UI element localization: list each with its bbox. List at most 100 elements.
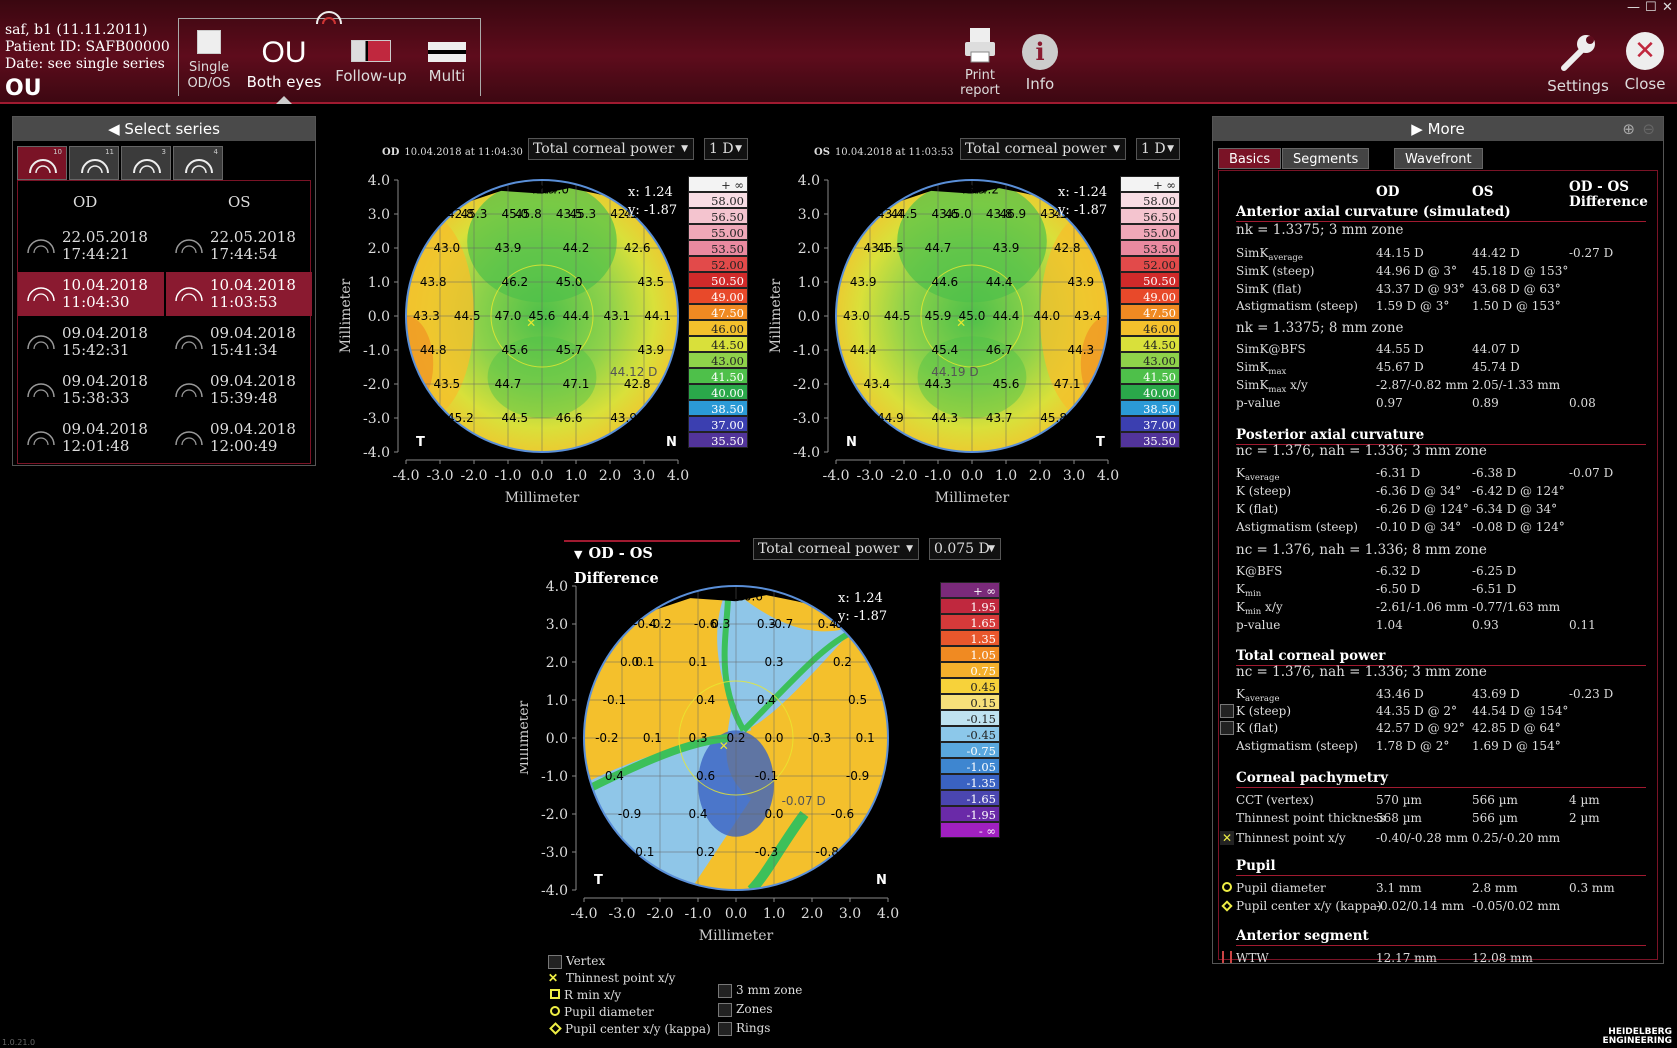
map-type-select[interactable]: Total corneal power ▼ xyxy=(528,138,694,160)
scale-value: 47.50 xyxy=(688,304,748,320)
scale-value: 43.00 xyxy=(688,352,748,368)
chevron-down-icon: ▼ xyxy=(1113,144,1120,154)
map-value: 43.9 xyxy=(993,241,1020,255)
single-odos-button[interactable]: Single OD/OS xyxy=(180,30,238,92)
series-count-badge: 10 xyxy=(53,148,62,156)
scale-value: 1.65 xyxy=(940,614,1000,630)
series-count-badge: 3 xyxy=(161,148,166,156)
scale-value: -0.75 xyxy=(940,742,1000,758)
wtw-toggle-icon[interactable] xyxy=(1220,951,1234,965)
series-entry-os[interactable]: 09.04.2018 15:39:48 xyxy=(166,368,312,412)
pupil-center-toggle-icon[interactable] xyxy=(1220,899,1234,913)
both-eyes-button[interactable]: OU Both eyes xyxy=(242,36,326,90)
section-title: Pupil xyxy=(1236,858,1276,874)
print-report-button[interactable]: Print report xyxy=(952,26,1008,98)
series-entry-od[interactable]: 09.04.2018 15:42:31 xyxy=(18,320,164,364)
metric-label: CCT (vertex) xyxy=(1236,793,1314,807)
patient-id: Patient ID: SAFB00000 xyxy=(5,39,170,55)
rings-toggle[interactable]: Rings xyxy=(718,1021,838,1040)
maximize-window-icon[interactable]: ☐ xyxy=(1645,0,1657,15)
metric-label: Kaverage xyxy=(1236,687,1280,704)
scale-value: 38.50 xyxy=(688,400,748,416)
show-axis-checkbox[interactable] xyxy=(1220,721,1234,735)
series-entry-os[interactable]: 10.04.2018 11:03:53 xyxy=(166,272,312,316)
multi-button[interactable]: Multi xyxy=(417,42,477,84)
od-value: -6.31 D xyxy=(1376,466,1421,480)
step-select[interactable]: 1 D ▼ xyxy=(1136,138,1180,160)
series-entry-os[interactable]: 22.05.2018 17:44:54 xyxy=(166,224,312,268)
printer-icon xyxy=(963,26,997,64)
map-value: 0.1 xyxy=(635,655,654,669)
scale-value: 52.00 xyxy=(688,256,748,272)
series-type-tab-4[interactable]: 4 xyxy=(173,146,223,180)
series-entry-os[interactable]: 09.04.2018 15:41:34 xyxy=(166,320,312,364)
map-value: 0.6 xyxy=(696,769,715,783)
scale-value: 35.50 xyxy=(1120,432,1180,448)
cornea-icon xyxy=(175,287,203,302)
y-tick-label: 3.0 xyxy=(798,207,820,223)
close-window-icon[interactable]: ✕ xyxy=(1662,0,1673,15)
series-entry-od[interactable]: 22.05.2018 17:44:21 xyxy=(18,224,164,268)
select-series-header[interactable]: ◀ Select series xyxy=(13,117,315,141)
difference-title[interactable]: ▼ OD - OS Difference xyxy=(564,540,740,587)
os-value: 44.42 D xyxy=(1472,246,1520,260)
map-value: -0.6 xyxy=(831,807,854,821)
series-entry-od[interactable]: 09.04.2018 15:38:33 xyxy=(18,368,164,412)
os-column-header: OS xyxy=(228,193,251,211)
map-value: 43.5 xyxy=(637,275,664,289)
cornea-icon xyxy=(27,431,55,446)
more-header[interactable]: ▶ More ⊕ ⊖ xyxy=(1213,117,1663,141)
thinnest-point-toggle-icon[interactable]: ✕ xyxy=(1220,831,1234,845)
series-type-tab-3[interactable]: 3 xyxy=(121,146,171,180)
show-axis-checkbox[interactable] xyxy=(1220,704,1234,718)
series-type-tab-1[interactable]: 10 xyxy=(17,146,67,180)
map-value: 45.8 xyxy=(1040,411,1067,425)
map-type-select[interactable]: Total corneal power ▼ xyxy=(960,138,1126,160)
settings-button[interactable]: Settings xyxy=(1543,32,1613,94)
zoom-out-icon[interactable]: ⊖ xyxy=(1642,117,1655,141)
y-tick-label: 1.0 xyxy=(546,693,568,709)
map-value: 43.4 xyxy=(1074,309,1101,323)
y-tick-label: 2.0 xyxy=(368,241,390,257)
step-select[interactable]: 1 D ▼ xyxy=(704,138,748,160)
series-entry-od[interactable]: 09.04.2018 12:01:48 xyxy=(18,416,164,460)
series-entry-od[interactable]: 10.04.2018 11:04:30 xyxy=(18,272,164,316)
y-tick-label: 0.0 xyxy=(546,731,568,747)
tab-wavefront[interactable]: Wavefront xyxy=(1394,148,1483,169)
os-value: 43.69 D xyxy=(1472,687,1520,701)
tab-segments[interactable]: Segments xyxy=(1282,148,1370,169)
os-value: 2.8 mm xyxy=(1472,881,1518,895)
zones-toggle[interactable]: Zones xyxy=(718,1002,838,1021)
x-tick-label: -3.0 xyxy=(427,468,454,484)
map-value: 44.7 xyxy=(925,241,952,255)
metric-label: Astigmatism (steep) xyxy=(1236,739,1358,753)
x-tick-label: 0.0 xyxy=(725,906,747,922)
scale-value: -1.65 xyxy=(940,790,1000,806)
map-value: -0.8 xyxy=(815,845,838,859)
close-button[interactable]: ✕ Close xyxy=(1619,32,1671,92)
cornea-icon xyxy=(27,239,55,254)
zoom-in-icon[interactable]: ⊕ xyxy=(1622,117,1635,141)
cornea-icon xyxy=(27,287,55,302)
three-mm-zone-toggle[interactable]: 3 mm zone xyxy=(718,983,838,1002)
diff-map-type-select[interactable]: Total corneal power ▼ xyxy=(753,538,919,560)
follow-up-button[interactable]: Follow-up xyxy=(333,40,409,84)
section-title: Posterior axial curvature xyxy=(1236,427,1425,443)
minimize-window-icon[interactable]: — xyxy=(1627,0,1640,15)
info-button[interactable]: i Info xyxy=(1010,34,1070,92)
map-value: 44.4 xyxy=(563,309,590,323)
series-entry-os[interactable]: 09.04.2018 12:00:49 xyxy=(166,416,312,460)
scale-value: 37.00 xyxy=(1120,416,1180,432)
scale-value: -1.95 xyxy=(940,806,1000,822)
y-tick-label: 3.0 xyxy=(368,207,390,223)
series-type-tab-2[interactable]: 11 xyxy=(69,146,119,180)
pupil-diameter-toggle-icon[interactable] xyxy=(1220,881,1234,895)
tab-basics[interactable]: Basics xyxy=(1218,148,1282,169)
diff-step-select[interactable]: 0.075 D ▼ xyxy=(929,538,1001,560)
scale-value: 58.00 xyxy=(1120,192,1180,208)
x-axis-label: Millimeter xyxy=(935,490,1010,506)
vertex-toggle[interactable]: Vertex xyxy=(548,954,748,971)
difference-value: 0.08 xyxy=(1569,396,1596,410)
difference-value: 2 µm xyxy=(1569,811,1600,825)
od-value: 1.59 D @ 3° xyxy=(1376,299,1450,313)
